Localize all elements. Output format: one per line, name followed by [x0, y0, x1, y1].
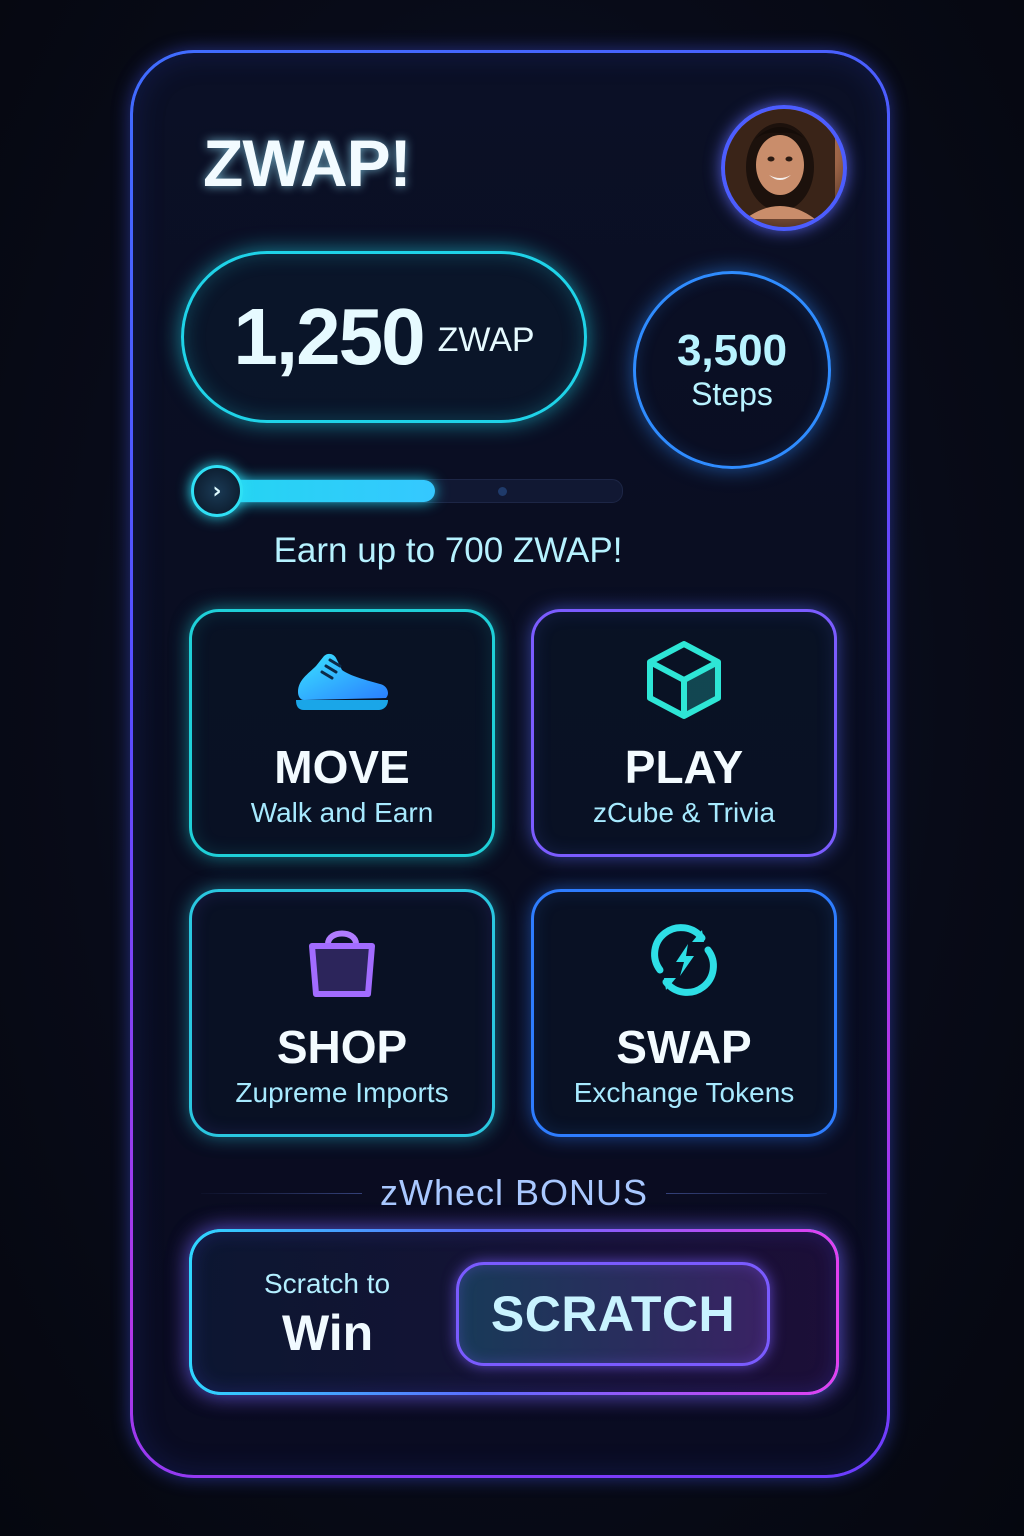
shop-subtitle: Zupreme Imports — [235, 1077, 449, 1108]
bonus-title: zWhecl BONUS — [379, 1172, 649, 1213]
phone-frame: ZWAP! 1,250 ZWAP 3,500 Steps › Earn up t… — [130, 50, 890, 1478]
steps-label: Steps — [691, 376, 773, 412]
play-title: PLAY — [624, 741, 744, 793]
divider — [201, 1192, 362, 1194]
chevron-right-icon: › — [212, 478, 222, 504]
zwap-balance-pill: 1,250 ZWAP — [181, 251, 587, 423]
sneaker-icon — [290, 640, 394, 720]
move-tile[interactable]: MOVE Walk and Earn — [189, 609, 495, 857]
move-title: MOVE — [274, 741, 410, 793]
scratch-button[interactable]: SCRATCH — [456, 1262, 770, 1366]
steps-counter: 3,500 Steps — [633, 271, 831, 469]
avatar[interactable] — [721, 105, 847, 231]
shop-tile[interactable]: SHOP Zupreme Imports — [189, 889, 495, 1137]
swap-title: SWAP — [616, 1021, 752, 1073]
avatar-portrait-icon — [725, 109, 835, 219]
cube-icon — [646, 640, 722, 720]
scratch-card: Scratch to Win SCRATCH — [189, 1229, 839, 1395]
app-logo: ZWAP! — [203, 126, 412, 200]
scratch-label-small: Scratch to — [264, 1268, 391, 1299]
shopping-bag-icon — [304, 920, 380, 1000]
play-tile[interactable]: PLAY zCube & Trivia — [531, 609, 837, 857]
play-subtitle: zCube & Trivia — [592, 797, 776, 828]
progress-marker — [498, 487, 507, 496]
balance-unit: ZWAP — [437, 320, 535, 359]
scratch-label-big: Win — [282, 1305, 374, 1361]
shop-title: SHOP — [276, 1021, 408, 1073]
move-subtitle: Walk and Earn — [250, 797, 434, 828]
bonus-header: zWhecl BONUS — [201, 1171, 828, 1215]
steps-value: 3,500 — [676, 326, 788, 375]
balance-amount: 1,250 — [233, 292, 425, 381]
progress-knob[interactable]: › — [191, 465, 243, 517]
earn-caption: Earn up to 700 ZWAP! — [273, 531, 623, 570]
swap-tile[interactable]: SWAP Exchange Tokens — [531, 889, 837, 1137]
swap-subtitle: Exchange Tokens — [573, 1077, 795, 1108]
swap-bolt-icon — [644, 920, 724, 1000]
earn-progress-bar — [195, 479, 623, 503]
divider — [666, 1192, 828, 1194]
